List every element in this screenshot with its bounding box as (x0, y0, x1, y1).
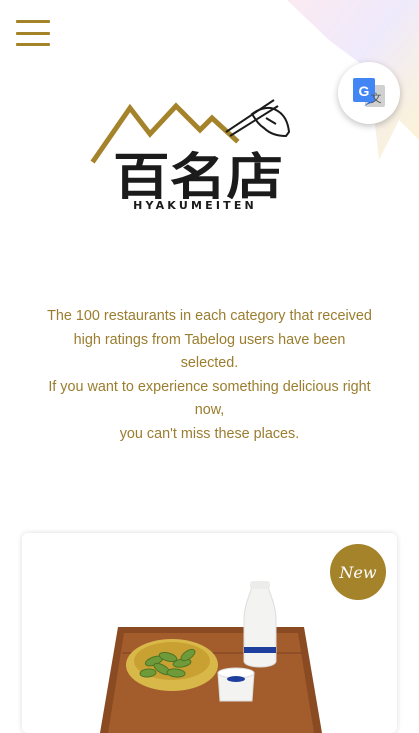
intro-line: you can't miss these places. (119, 425, 300, 442)
intro-line: now, (194, 402, 225, 418)
intro-line: high ratings from Tabelog users have bee… (73, 331, 346, 348)
svg-text:文: 文 (371, 91, 382, 105)
logo-wordmark: HYAKUMEITEN (133, 199, 257, 212)
svg-text:G: G (359, 83, 370, 99)
hyakumeiten-logo: 百名店 HYAKUMEITEN (90, 94, 300, 224)
logo-mark: 百名店 (90, 99, 291, 206)
hamburger-menu-icon[interactable] (16, 20, 50, 46)
new-badge: New (330, 544, 386, 600)
restaurant-card[interactable]: New (22, 533, 397, 733)
chopsticks-hand-icon (225, 99, 291, 138)
google-translate-button[interactable]: G 文 (338, 62, 400, 124)
google-translate-icon: G 文 (353, 78, 385, 107)
intro-line: If you want to experience something deli… (48, 378, 371, 395)
menu-line (16, 20, 50, 23)
intro-line: selected. (180, 355, 239, 371)
logo-kanji: 百名店 (113, 148, 283, 199)
menu-line (16, 43, 50, 46)
menu-line (16, 31, 50, 35)
intro-text: The 100 restaurants in each category tha… (30, 305, 389, 446)
intro-line: The 100 restaurants in each category tha… (47, 308, 372, 324)
